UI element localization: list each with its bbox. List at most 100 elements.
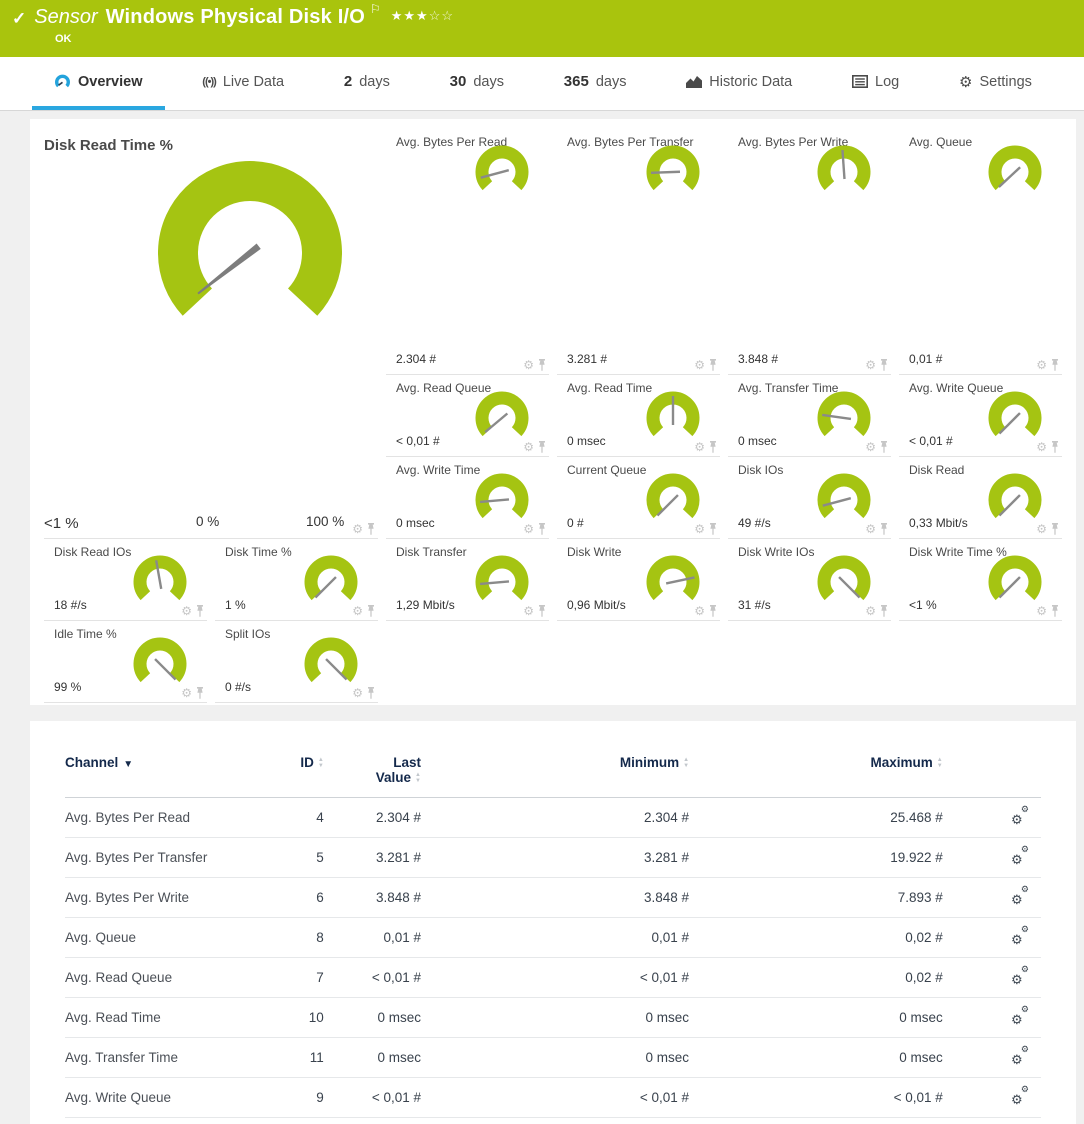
table-row: Avg. Transfer Time 11 0 msec 0 msec 0 ms… xyxy=(65,1038,1041,1078)
pin-icon[interactable] xyxy=(537,359,547,371)
gear-icon: ⚙ xyxy=(1021,845,1029,854)
pin-icon[interactable] xyxy=(537,441,547,453)
gear-icon[interactable]: ⚙ xyxy=(865,441,876,453)
pin-icon[interactable] xyxy=(879,359,889,371)
pin-icon[interactable] xyxy=(537,605,547,617)
column-header-last-value[interactable]: Last Value▲▼ xyxy=(324,755,421,798)
sort-desc-icon: ▼ xyxy=(123,759,133,770)
pin-icon[interactable] xyxy=(366,687,376,699)
pin-icon[interactable] xyxy=(879,441,889,453)
gear-icon[interactable]: ⚙ xyxy=(865,523,876,535)
gear-icon[interactable]: ⚙ xyxy=(181,605,192,617)
gear-icon[interactable]: ⚙ xyxy=(694,359,705,371)
gear-icon: ⚙ xyxy=(1011,973,1023,986)
tab-365-days[interactable]: 365 days xyxy=(542,57,649,110)
tab-label: Historic Data xyxy=(709,74,792,90)
pin-icon[interactable] xyxy=(195,605,205,617)
pin-icon[interactable] xyxy=(366,605,376,617)
gauge-value: 1 % xyxy=(225,598,246,612)
channel-name-cell: Avg. Bytes Per Write xyxy=(65,878,275,918)
channel-settings-button[interactable]: ⚙ ⚙ xyxy=(1011,1048,1029,1064)
tab-settings[interactable]: ⚙ Settings xyxy=(937,57,1054,110)
gauge-tile: Avg. Read Queue < 0,01 # ⚙ xyxy=(386,375,549,457)
column-header-minimum[interactable]: Minimum▲▼ xyxy=(421,755,689,798)
pin-icon[interactable] xyxy=(879,605,889,617)
stars-filled[interactable]: ★★★ xyxy=(391,8,429,23)
gear-icon[interactable]: ⚙ xyxy=(523,359,534,371)
pin-icon[interactable] xyxy=(366,523,376,535)
channel-settings-button[interactable]: ⚙ ⚙ xyxy=(1011,928,1029,944)
gear-icon[interactable]: ⚙ xyxy=(523,523,534,535)
pin-icon[interactable] xyxy=(1050,605,1060,617)
gear-icon[interactable]: ⚙ xyxy=(352,605,363,617)
pin-icon[interactable] xyxy=(708,523,718,535)
column-header-id[interactable]: ID▲▼ xyxy=(275,755,324,798)
gear-icon[interactable]: ⚙ xyxy=(694,441,705,453)
gear-icon[interactable]: ⚙ xyxy=(181,687,192,699)
gear-icon[interactable]: ⚙ xyxy=(352,523,363,535)
sensor-header: ✓ Sensor Windows Physical Disk I/O ⚐ ★★★… xyxy=(0,0,1084,57)
pin-icon[interactable] xyxy=(708,605,718,617)
gauge-value: 31 #/s xyxy=(738,598,771,612)
pin-icon[interactable] xyxy=(195,687,205,699)
channel-settings-button[interactable]: ⚙ ⚙ xyxy=(1011,808,1029,824)
gear-icon[interactable]: ⚙ xyxy=(523,441,534,453)
gear-icon: ⚙ xyxy=(1011,853,1023,866)
gauge-dial xyxy=(642,144,704,200)
sort-icon: ▲▼ xyxy=(318,757,324,769)
gear-icon: ⚙ xyxy=(1021,1085,1029,1094)
table-row: Avg. Write Queue 9 < 0,01 # < 0,01 # < 0… xyxy=(65,1078,1041,1118)
tab-live-data[interactable]: ((•)) Live Data xyxy=(180,57,306,110)
gear-icon: ⚙ xyxy=(1021,925,1029,934)
gear-icon[interactable]: ⚙ xyxy=(523,605,534,617)
gear-icon[interactable]: ⚙ xyxy=(694,605,705,617)
gauge-actions: ⚙ xyxy=(1036,441,1060,453)
gauge-dial xyxy=(813,144,875,200)
gear-icon[interactable]: ⚙ xyxy=(1036,605,1047,617)
pin-icon[interactable] xyxy=(708,359,718,371)
channel-settings-button[interactable]: ⚙ ⚙ xyxy=(1011,1088,1029,1104)
pin-icon[interactable] xyxy=(537,523,547,535)
stars-empty[interactable]: ☆☆ xyxy=(429,8,454,23)
pin-icon[interactable] xyxy=(1050,523,1060,535)
tab-overview[interactable]: Overview xyxy=(32,57,165,110)
gauge-value: < 0,01 # xyxy=(396,434,440,448)
channel-settings-button[interactable]: ⚙ ⚙ xyxy=(1011,1008,1029,1024)
tab-2-days[interactable]: 2 days xyxy=(322,57,412,110)
gear-icon[interactable]: ⚙ xyxy=(352,687,363,699)
channel-settings-button[interactable]: ⚙ ⚙ xyxy=(1011,968,1029,984)
column-header-maximum[interactable]: Maximum▲▼ xyxy=(689,755,943,798)
priority-stars[interactable]: ★★★☆☆ xyxy=(391,8,454,24)
gear-icon[interactable]: ⚙ xyxy=(1036,359,1047,371)
gear-icon[interactable]: ⚙ xyxy=(1036,441,1047,453)
gauge-dial xyxy=(471,144,533,200)
gauge-dial xyxy=(984,554,1046,610)
tab-historic-data[interactable]: Historic Data xyxy=(664,57,814,110)
channel-id-cell: 10 xyxy=(275,998,324,1038)
pin-icon[interactable] xyxy=(708,441,718,453)
channel-id-cell: 11 xyxy=(275,1038,324,1078)
gauge-tile: Avg. Bytes Per Write 3.848 # ⚙ xyxy=(728,129,891,375)
channel-maximum-cell: 0 msec xyxy=(689,998,943,1038)
gear-icon[interactable]: ⚙ xyxy=(1036,523,1047,535)
column-header-actions xyxy=(943,755,1041,798)
pin-icon[interactable] xyxy=(879,523,889,535)
channel-maximum-cell: 0,02 # xyxy=(689,918,943,958)
pin-icon[interactable] xyxy=(1050,441,1060,453)
tab-bar: Overview ((•)) Live Data 2 days 30 days … xyxy=(0,57,1084,111)
channel-settings-button[interactable]: ⚙ ⚙ xyxy=(1011,848,1029,864)
tab-30-days[interactable]: 30 days xyxy=(428,57,526,110)
tab-log[interactable]: Log xyxy=(830,57,921,110)
gear-icon[interactable]: ⚙ xyxy=(694,523,705,535)
column-header-channel[interactable]: Channel▼ xyxy=(65,755,275,798)
tab-label: days xyxy=(473,74,504,90)
pin-icon[interactable] xyxy=(1050,359,1060,371)
gauge-actions: ⚙ xyxy=(694,441,718,453)
channel-settings-button[interactable]: ⚙ ⚙ xyxy=(1011,888,1029,904)
scale-min-label: 0 % xyxy=(196,514,219,529)
flag-icon[interactable]: ⚐ xyxy=(370,2,381,16)
channel-minimum-cell: 3.848 # xyxy=(421,878,689,918)
gauge-value: 0 # xyxy=(567,516,584,530)
gear-icon[interactable]: ⚙ xyxy=(865,359,876,371)
gear-icon[interactable]: ⚙ xyxy=(865,605,876,617)
